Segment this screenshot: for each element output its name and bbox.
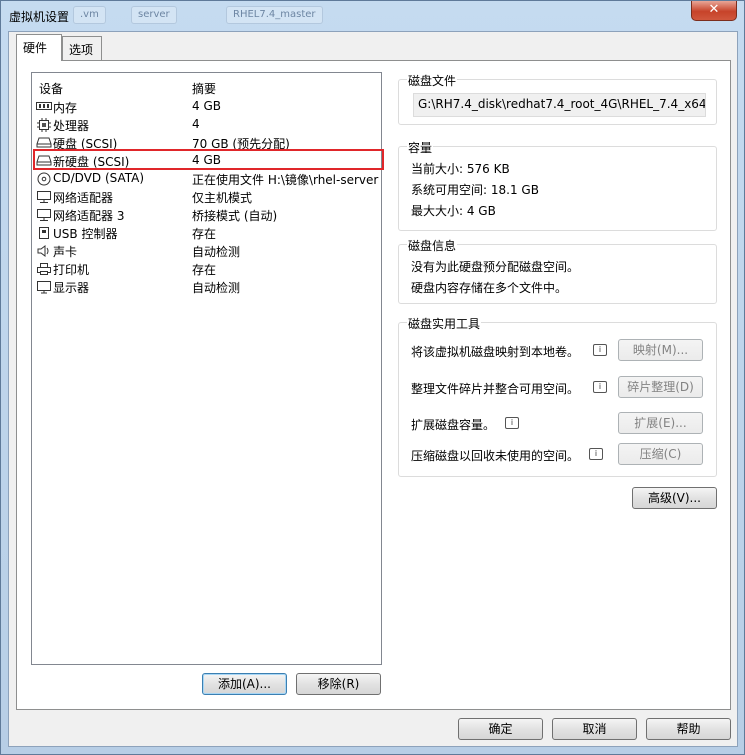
device-summary: 70 GB (预先分配) xyxy=(192,137,290,151)
disk-utilities-title: 磁盘实用工具 xyxy=(407,315,482,332)
device-name: 新硬盘 (SCSI) xyxy=(53,155,130,169)
device-row-harddisk[interactable]: 硬盘 (SCSI) 70 GB (预先分配) xyxy=(32,134,381,152)
processor-icon xyxy=(36,118,52,132)
help-button[interactable]: 帮助 xyxy=(646,718,731,740)
capacity-group: 容量 当前大小: 576 KB 系统可用空间: 18.1 GB 最大大小: 4 … xyxy=(398,139,717,231)
device-summary: 正在使用文件 H:\镜像\rhel-server xyxy=(192,173,379,187)
map-button[interactable]: 映射(M)... xyxy=(618,339,703,361)
disk-info-line: 没有为此硬盘预分配磁盘空间。 xyxy=(411,260,580,274)
device-summary: 自动检测 xyxy=(192,245,241,259)
info-icon[interactable]: i xyxy=(593,381,607,393)
max-size-text: 最大大小: 4 GB xyxy=(411,204,496,218)
device-name: 网络适配器 xyxy=(53,191,114,205)
device-name: 硬盘 (SCSI) xyxy=(53,137,118,151)
device-summary: 仅主机模式 xyxy=(192,191,253,205)
disk-file-group: 磁盘文件 G:\RH7.4_disk\redhat7.4_root_4G\RHE… xyxy=(398,72,717,125)
disk-file-path-field[interactable]: G:\RH7.4_disk\redhat7.4_root_4G\RHEL_7.4… xyxy=(413,93,706,117)
device-row-display[interactable]: 显示器 自动检测 xyxy=(32,278,381,296)
disk-info-line: 硬盘内容存储在多个文件中。 xyxy=(411,281,568,295)
disk-file-title: 磁盘文件 xyxy=(407,72,458,89)
map-description: 将该虚拟机磁盘映射到本地卷。 xyxy=(411,345,580,359)
dialog-client: 硬件 选项 设备 摘要 内存 4 GB 处理器 4 硬盘 (SCSI) 70 G… xyxy=(8,31,738,747)
cancel-button[interactable]: 取消 xyxy=(552,718,637,740)
defragment-button[interactable]: 碎片整理(D) xyxy=(618,376,703,398)
remove-button[interactable]: 移除(R) xyxy=(296,673,381,695)
tab-hardware[interactable]: 硬件 xyxy=(16,34,62,61)
display-icon xyxy=(36,280,52,294)
available-space-text: 系统可用空间: 18.1 GB xyxy=(411,183,539,197)
sound-card-icon xyxy=(36,244,52,258)
column-header-summary: 摘要 xyxy=(192,82,217,96)
device-summary: 桥接模式 (自动) xyxy=(192,209,278,223)
device-summary: 存在 xyxy=(192,227,217,241)
disk-info-group: 磁盘信息 没有为此硬盘预分配磁盘空间。 硬盘内容存储在多个文件中。 xyxy=(398,237,717,304)
device-summary: 存在 xyxy=(192,263,217,277)
device-name: 网络适配器 3 xyxy=(53,209,125,223)
column-header-device: 设备 xyxy=(39,82,64,96)
device-row-network-adapter-3[interactable]: 网络适配器 3 桥接模式 (自动) xyxy=(32,206,381,224)
device-name: 显示器 xyxy=(53,281,90,295)
advanced-button[interactable]: 高级(V)... xyxy=(632,487,717,509)
compact-button[interactable]: 压缩(C) xyxy=(618,443,703,465)
device-row-processor[interactable]: 处理器 4 xyxy=(32,116,381,134)
close-button[interactable]: ✕ xyxy=(691,1,737,21)
memory-icon xyxy=(36,100,52,114)
ok-button[interactable]: 确定 xyxy=(458,718,543,740)
disk-info-title: 磁盘信息 xyxy=(407,237,458,254)
background-tab: RHEL7.4_master xyxy=(226,6,323,24)
device-name: CD/DVD (SATA) xyxy=(53,171,145,185)
tab-options[interactable]: 选项 xyxy=(62,36,102,60)
device-row-printer[interactable]: 打印机 存在 xyxy=(32,260,381,278)
device-row-cd-dvd[interactable]: CD/DVD (SATA) 正在使用文件 H:\镜像\rhel-server xyxy=(32,170,381,188)
close-icon: ✕ xyxy=(708,2,720,17)
device-list[interactable]: 设备 摘要 内存 4 GB 处理器 4 硬盘 (SCSI) 70 GB (预先分… xyxy=(31,72,384,665)
info-icon[interactable]: i xyxy=(505,417,519,429)
background-tab: server xyxy=(131,6,177,24)
device-row-sound-card[interactable]: 声卡 自动检测 xyxy=(32,242,381,260)
cd-dvd-icon xyxy=(36,172,52,186)
device-name: 打印机 xyxy=(53,263,90,277)
vm-settings-window: 虚拟机设置 .vm server RHEL7.4_master ✕ 硬件 选项 … xyxy=(0,0,745,755)
device-summary: 4 xyxy=(192,117,200,131)
expand-description: 扩展磁盘容量。 xyxy=(411,418,496,432)
device-row-network-adapter[interactable]: 网络适配器 仅主机模式 xyxy=(32,188,381,206)
network-adapter-icon xyxy=(36,190,52,204)
disk-utilities-group: 磁盘实用工具 将该虚拟机磁盘映射到本地卷。 i 映射(M)... 整理文件碎片并… xyxy=(398,315,717,477)
background-tab: .vm xyxy=(73,6,106,24)
hardware-panel: 设备 摘要 内存 4 GB 处理器 4 硬盘 (SCSI) 70 GB (预先分… xyxy=(16,60,731,710)
device-name: 处理器 xyxy=(53,119,90,133)
info-icon[interactable]: i xyxy=(589,448,603,460)
device-name: 内存 xyxy=(53,101,78,115)
defragment-description: 整理文件碎片并整合可用空间。 xyxy=(411,382,580,396)
capacity-title: 容量 xyxy=(407,139,434,156)
harddisk-icon xyxy=(36,154,52,168)
device-summary: 4 GB xyxy=(192,99,221,113)
device-name: USB 控制器 xyxy=(53,227,118,241)
usb-controller-icon xyxy=(36,226,52,240)
current-size-text: 当前大小: 576 KB xyxy=(411,162,510,176)
device-row-usb-controller[interactable]: USB 控制器 存在 xyxy=(32,224,381,242)
network-adapter-icon xyxy=(36,208,52,222)
device-summary: 4 GB xyxy=(192,153,221,167)
title-bar[interactable]: 虚拟机设置 .vm server RHEL7.4_master ✕ xyxy=(1,1,744,31)
expand-button[interactable]: 扩展(E)... xyxy=(618,412,703,434)
device-summary: 自动检测 xyxy=(192,281,241,295)
harddisk-icon xyxy=(36,136,52,150)
compact-description: 压缩磁盘以回收未使用的空间。 xyxy=(411,449,580,463)
device-name: 声卡 xyxy=(53,245,78,259)
printer-icon xyxy=(36,262,52,276)
info-icon[interactable]: i xyxy=(593,344,607,356)
device-row-memory[interactable]: 内存 4 GB xyxy=(32,98,381,116)
device-row-new-harddisk[interactable]: 新硬盘 (SCSI) 4 GB xyxy=(32,152,381,170)
add-button[interactable]: 添加(A)... xyxy=(202,673,287,695)
window-title: 虚拟机设置 xyxy=(9,10,70,24)
